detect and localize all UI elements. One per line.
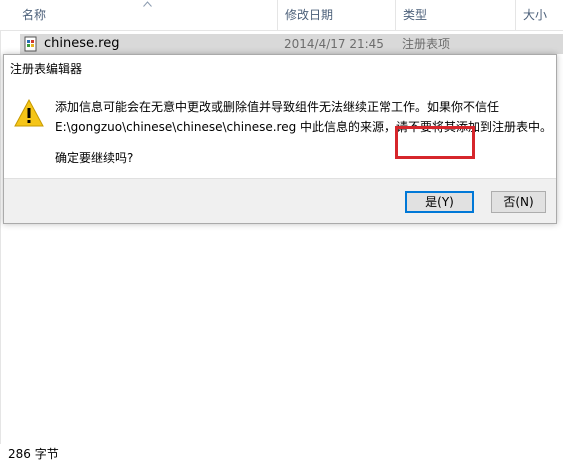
message-line-1: 添加信息可能会在无意中更改或删除值并导致组件无法继续正常工作。如果你不信任 xyxy=(55,100,500,114)
column-size[interactable]: 大小 xyxy=(515,0,563,30)
warning-icon xyxy=(14,99,44,127)
message-line-2: E:\gongzuo\chinese\chinese\chinese.reg 中… xyxy=(55,120,553,134)
yes-button-highlight xyxy=(395,126,475,159)
status-bar: 286 字节 xyxy=(0,444,563,464)
dialog-button-bar: 是(Y) 否(N) xyxy=(4,178,556,223)
registry-file-icon xyxy=(24,36,37,52)
column-header: 名称 修改日期 类型 大小 xyxy=(0,0,563,31)
status-size-text: 286 字节 xyxy=(8,447,59,461)
confirm-question: 确定要继续吗? xyxy=(55,151,134,165)
column-type[interactable]: 类型 xyxy=(395,0,515,30)
file-row[interactable]: chinese.reg 2014/4/17 21:45 注册表项 xyxy=(20,34,563,54)
column-date[interactable]: 修改日期 xyxy=(277,0,395,30)
dialog-title: 注册表编辑器 xyxy=(10,62,83,76)
column-name[interactable]: 名称 xyxy=(0,0,277,30)
window-left-edge xyxy=(0,0,1,464)
file-type: 注册表项 xyxy=(402,37,451,51)
yes-button[interactable]: 是(Y) xyxy=(405,191,474,213)
no-button[interactable]: 否(N) xyxy=(491,191,546,213)
dialog-message: 添加信息可能会在无意中更改或删除值并导致组件无法继续正常工作。如果你不信任 E:… xyxy=(55,97,553,137)
file-date: 2014/4/17 21:45 xyxy=(284,37,384,51)
file-name: chinese.reg xyxy=(44,36,120,51)
